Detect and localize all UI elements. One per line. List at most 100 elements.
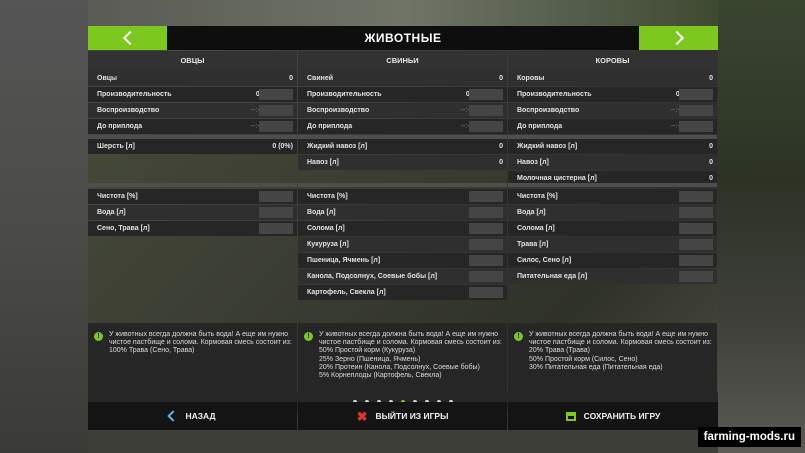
background-top: [88, 0, 718, 26]
product-row: Жидкий навоз [л] 0: [508, 139, 717, 154]
header-bar: ЖИВОТНЫЕ: [88, 26, 718, 50]
stat-value: 0: [709, 75, 713, 82]
stat-label: Жидкий навоз [л]: [517, 143, 578, 150]
stat-label: Производительность: [97, 91, 172, 98]
column-pigs: СВИНЬИСвиней0Производительность0%Воспрои…: [298, 51, 507, 392]
divider: [508, 183, 717, 187]
feed-row: Вода [л]0: [88, 205, 297, 220]
stat-label: Чистота [%]: [97, 193, 138, 200]
productivity-row: Производительность0%: [298, 87, 507, 102]
stat-label: Пшеница, Ячмень [л]: [307, 257, 381, 264]
prev-page-button[interactable]: [88, 26, 167, 50]
stat-label: Силос, Сено [л]: [517, 257, 572, 264]
divider: [88, 183, 297, 187]
birth-row: До приплода--:--h: [88, 119, 297, 134]
product-row: Шерсть [л] 0 (0%): [88, 139, 297, 154]
feed-info-box: ! У животных всегда должна быть вода! А е…: [508, 323, 717, 392]
feed-mix-line: 50% Простой корм (Кукуруза): [319, 347, 416, 355]
info-intro: У животных всегда должна быть вода! А ещ…: [529, 331, 712, 347]
level-bar: [679, 207, 713, 218]
exit-button-label: ВЫЙТИ ИЗ ИГРЫ: [375, 411, 449, 421]
level-bar: [469, 121, 503, 132]
animal-count-row: Коровы 0: [508, 71, 717, 86]
level-bar: [679, 223, 713, 234]
info-icon: !: [514, 332, 523, 341]
feed-row: Солома [л]0: [508, 221, 717, 236]
stat-label: Вода [л]: [517, 209, 546, 216]
back-button-label: НАЗАД: [185, 411, 216, 421]
feed-row: Картофель, Свекла [л]0: [298, 285, 507, 300]
productivity-row: Производительность0%: [508, 87, 717, 102]
back-button[interactable]: НАЗАД: [88, 402, 297, 430]
watermark: farming-mods.ru: [697, 427, 801, 447]
stat-label: Солома [л]: [517, 225, 555, 232]
stat-label: Воспроизводство: [517, 107, 580, 114]
info-intro: У животных всегда должна быть вода! А ещ…: [109, 331, 292, 347]
stat-label: Канола, Подсолнух, Соевые бобы [л]: [307, 273, 438, 280]
stat-label: До приплода: [307, 123, 353, 130]
level-bar: [469, 105, 503, 116]
animals-panel: ЖИВОТНЫЕ ОВЦЫОвцы0Производительность0%Во…: [88, 26, 718, 430]
feed-row: Пшеница, Ячмень [л]0: [298, 253, 507, 268]
chevron-left-icon: [122, 30, 137, 46]
save-icon: [565, 411, 576, 421]
column-header: СВИНЬИ: [298, 51, 507, 71]
feed-mix-line: 20% Трава (Трава): [529, 347, 590, 355]
divider: [298, 183, 507, 187]
stat-label: Навоз [л]: [517, 159, 549, 166]
page-title: ЖИВОТНЫЕ: [364, 31, 442, 45]
level-bar: [679, 255, 713, 266]
product-row: Жидкий навоз [л] 0: [298, 139, 507, 154]
stat-label: Жидкий навоз [л]: [307, 143, 368, 150]
stat-label: Питательная еда [л]: [517, 273, 588, 280]
level-bar: [259, 223, 293, 234]
level-bar: [679, 121, 713, 132]
level-bar: [259, 89, 293, 100]
footer-bar: НАЗАД ✖ ВЫЙТИ ИЗ ИГРЫ СОХРАНИТЬ ИГРУ: [88, 402, 718, 430]
level-bar: [469, 191, 503, 202]
stat-label: Коровы: [517, 75, 545, 82]
level-bar: [679, 271, 713, 282]
feed-row: Солома [л]0: [298, 221, 507, 236]
save-game-button[interactable]: СОХРАНИТЬ ИГРУ: [508, 402, 718, 430]
stat-label: Солома [л]: [307, 225, 345, 232]
background-left: [0, 0, 88, 453]
column-header: КОРОВЫ: [508, 51, 717, 71]
background-bottom: [88, 430, 718, 453]
feed-row: Питательная еда [л]0: [508, 269, 717, 284]
feed-row: Трава [л]0: [508, 237, 717, 252]
feed-info-box: ! У животных всегда должна быть вода! А е…: [88, 323, 297, 392]
chevron-right-icon: [669, 30, 684, 46]
level-bar: [259, 191, 293, 202]
stat-label: Чистота [%]: [307, 193, 348, 200]
stat-label: Производительность: [307, 91, 382, 98]
reproduction-row: Воспроизводство--:--h: [508, 103, 717, 118]
feed-mix-line: 20% Протеин (Канола, Подсолнух, Соевые б…: [319, 363, 480, 371]
level-bar: [469, 207, 503, 218]
exit-game-button[interactable]: ✖ ВЫЙТИ ИЗ ИГРЫ: [298, 402, 507, 430]
birth-row: До приплода--:--h: [298, 119, 507, 134]
level-bar: [469, 287, 503, 298]
stat-label: Воспроизводство: [97, 107, 160, 114]
next-page-button[interactable]: [639, 26, 718, 50]
level-bar: [679, 89, 713, 100]
stat-label: Вода [л]: [97, 209, 126, 216]
level-bar: [259, 207, 293, 218]
stat-label: До приплода: [97, 123, 143, 130]
cleanliness-row: Чистота [%]-: [508, 189, 717, 204]
product-row: Навоз [л] 0: [298, 155, 507, 170]
stat-value: 0: [709, 143, 713, 150]
level-bar: [469, 271, 503, 282]
level-bar: [679, 239, 713, 250]
feed-mix-line: 5% Корнеплоды (Картофель, Свекла): [319, 372, 442, 380]
animal-count-row: Овцы 0: [88, 71, 297, 86]
feed-row: Вода [л]0: [298, 205, 507, 220]
reproduction-row: Воспроизводство--:--h: [298, 103, 507, 118]
background-right: [718, 0, 805, 453]
stat-label: Сено, Трава [л]: [97, 225, 150, 232]
stat-label: Овцы: [97, 75, 118, 82]
stat-value: 0: [289, 75, 293, 82]
cleanliness-row: Чистота [%]-: [298, 189, 507, 204]
stat-label: Свиней: [307, 75, 334, 82]
stat-label: Вода [л]: [307, 209, 336, 216]
